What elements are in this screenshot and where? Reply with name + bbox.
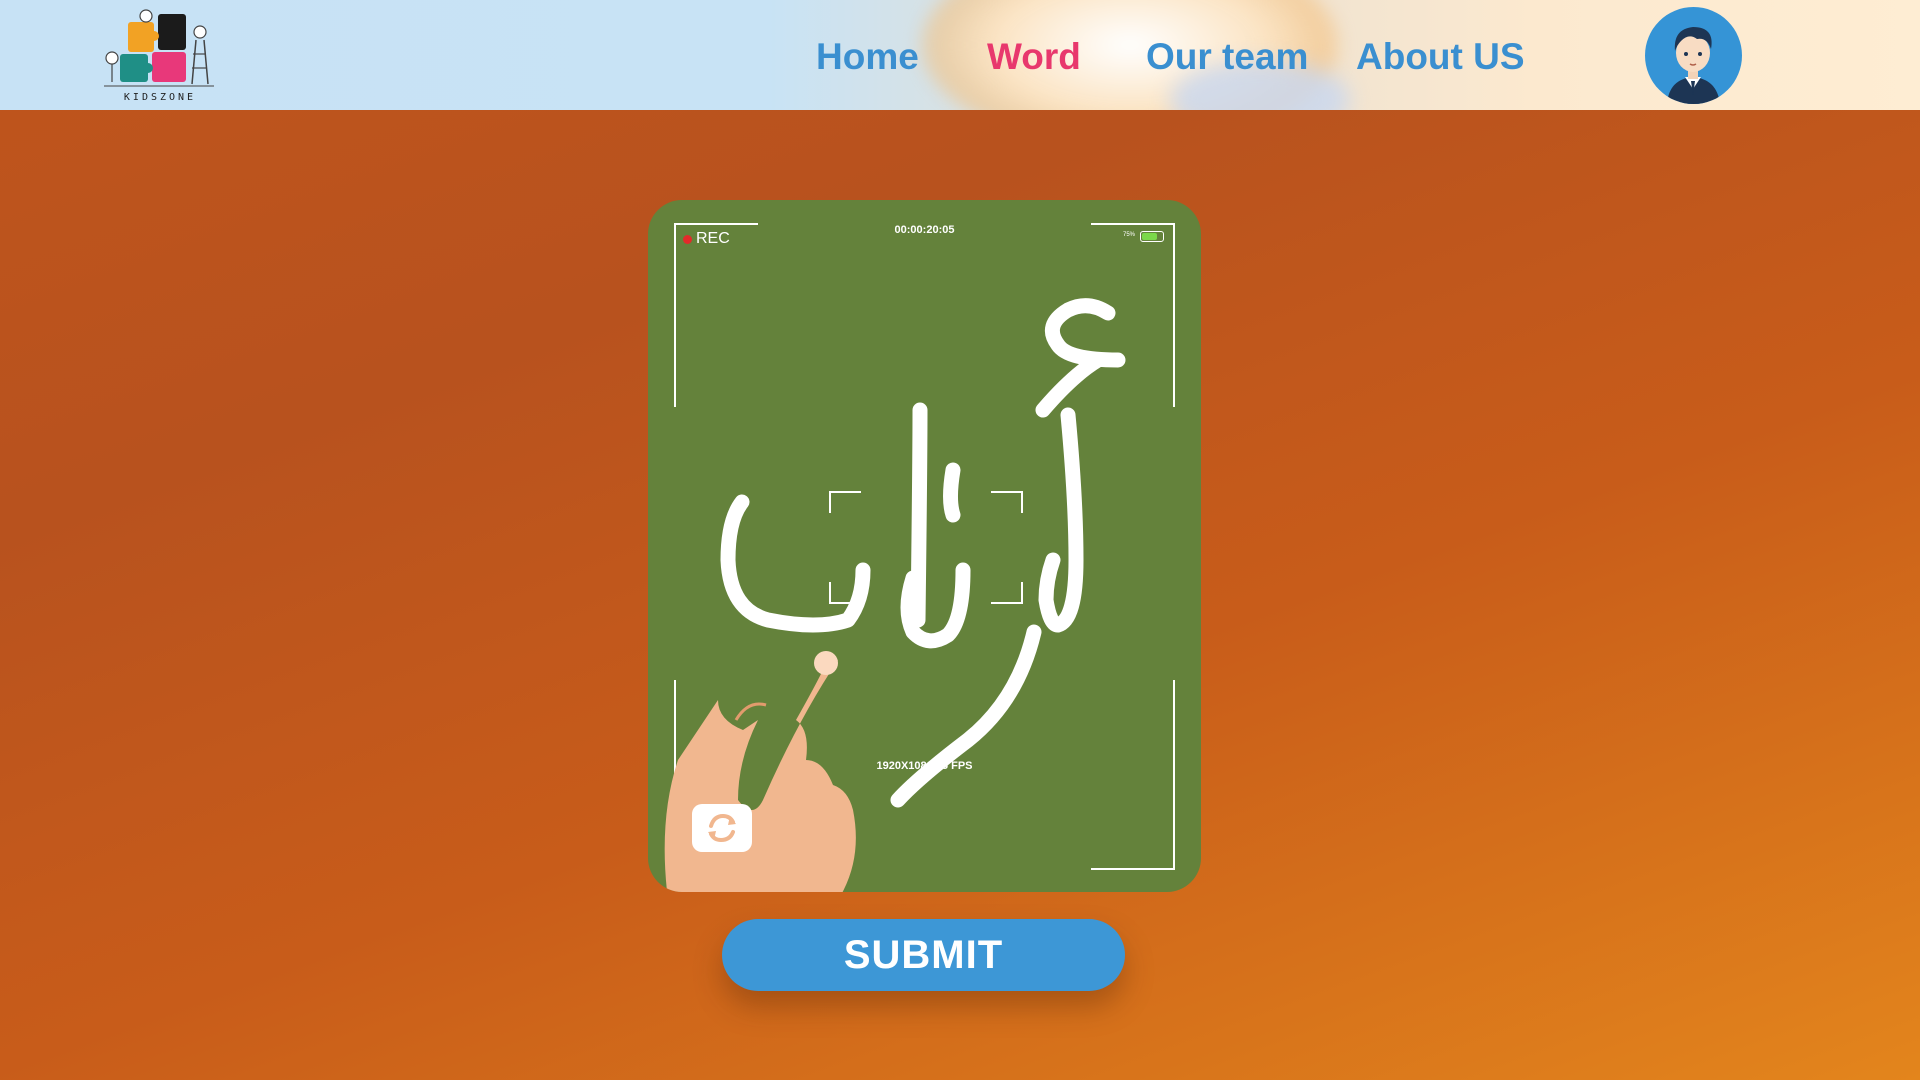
logo-text: KIDSZONE (123, 92, 197, 103)
resolution-label: 1920X1080 25 FPS (876, 760, 973, 772)
nav-word-link[interactable]: Word (987, 36, 1081, 78)
nav-about-us-link[interactable]: About US (1356, 36, 1525, 78)
top-navbar: KIDSZONE Home Word Our team About US (0, 0, 1920, 110)
camera-switch-button[interactable] (692, 798, 752, 852)
boy-avatar-icon (1667, 27, 1720, 104)
word-drawing (664, 298, 1126, 892)
camera-switch-icon (708, 798, 736, 843)
nav-home-link[interactable]: Home (816, 36, 919, 78)
nav-our-team-link[interactable]: Our team (1146, 36, 1308, 78)
kidszone-logo[interactable] (100, 6, 220, 106)
camera-viewfinder-card[interactable]: REC 00:00:20:05 75% 1920X1080 25 FPS (648, 200, 1201, 892)
submit-button[interactable]: SUBMIT (722, 919, 1125, 991)
user-avatar[interactable] (1645, 7, 1742, 104)
